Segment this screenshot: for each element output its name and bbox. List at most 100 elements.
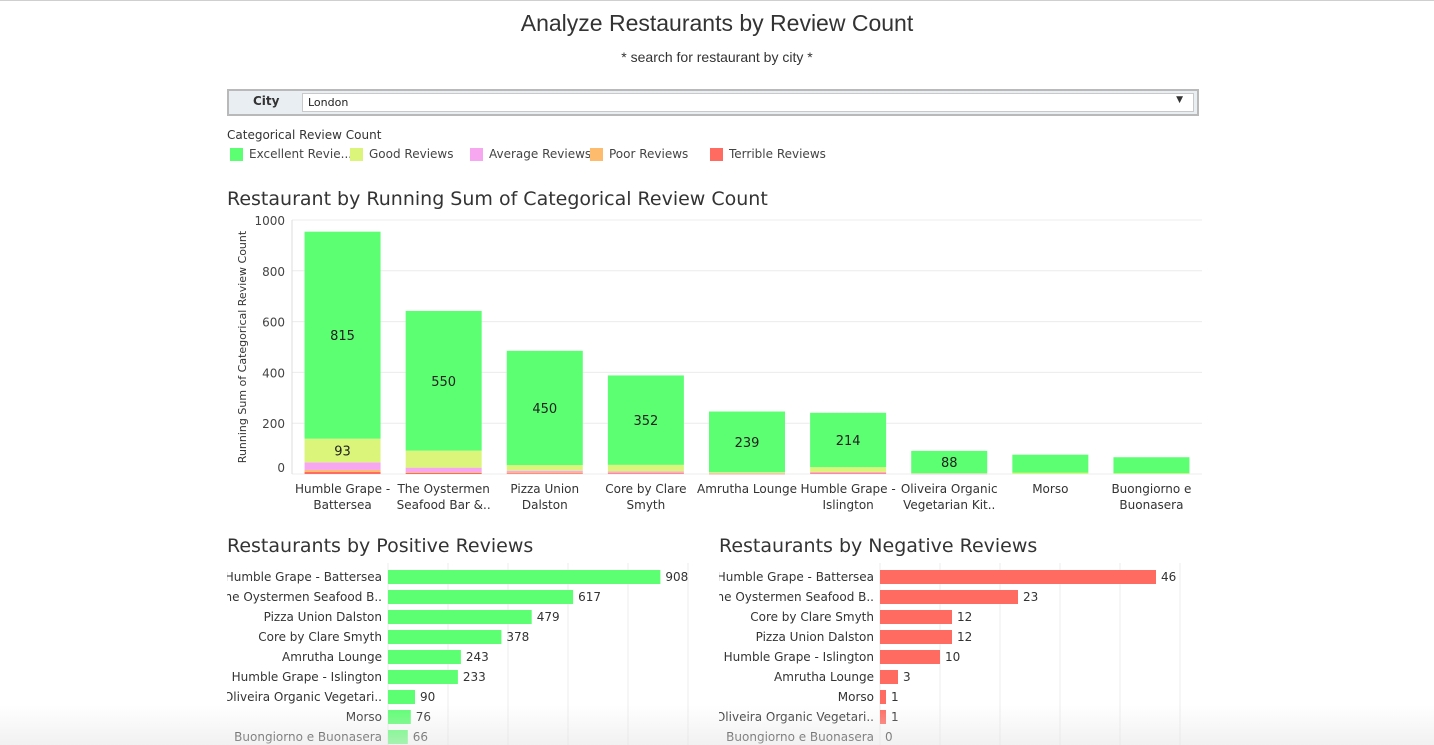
x-tick-label: Core by Clare <box>605 482 686 496</box>
x-tick-label: Pizza Union <box>510 482 579 496</box>
city-dropdown[interactable]: London ▼ <box>302 93 1194 112</box>
bar-segment <box>709 473 785 474</box>
bar-segment <box>810 467 887 472</box>
page-subtitle: * search for restaurant by city * <box>621 49 813 65</box>
y-tick-label: The Oystermen Seafood B.. <box>719 590 874 604</box>
bar <box>880 690 886 704</box>
data-label: 76 <box>416 710 431 724</box>
y-tick-label: Buongiorno e Buonasera <box>726 730 874 744</box>
legend-swatch-terrible <box>710 148 723 161</box>
bar <box>388 710 411 724</box>
data-label: 815 <box>330 329 355 344</box>
bar-segment <box>506 465 583 471</box>
bar-segment <box>506 472 583 474</box>
negative-reviews-chart: Humble Grape - Battersea 46 The Oystermen … <box>719 563 1181 745</box>
bar <box>880 570 1156 584</box>
y-tick-label: The Oystermen Seafood B.. <box>227 590 382 604</box>
x-tick-label: Seafood Bar &.. <box>397 498 491 512</box>
x-tick-label: Humble Grape - <box>295 482 390 496</box>
x-tick-label: Buonasera <box>1119 498 1183 512</box>
bar-segment <box>709 472 785 474</box>
data-label: 3 <box>903 670 911 684</box>
city-filter: City London ▼ <box>227 89 1199 116</box>
y-tick-label: 200 <box>262 417 285 431</box>
bar-segment <box>607 473 684 474</box>
bar-segment <box>810 473 887 474</box>
legend-swatch-poor <box>590 148 603 161</box>
chevron-down-icon[interactable]: ▼ <box>1176 95 1183 105</box>
x-tick-label: The Oystermen <box>396 482 489 496</box>
bar <box>388 730 408 744</box>
data-label: 233 <box>463 670 486 684</box>
data-label: 617 <box>578 590 601 604</box>
stacked-chart-title: Restaurant by Running Sum of Categorical… <box>227 188 768 210</box>
y-tick-label: Pizza Union Dalston <box>756 630 874 644</box>
legend-swatch-average <box>470 148 483 161</box>
y-tick-label: Pizza Union Dalston <box>264 610 382 624</box>
bar-segment <box>405 472 482 473</box>
data-label: 12 <box>957 610 972 624</box>
data-label: 450 <box>532 402 557 417</box>
bar-segment <box>506 470 583 473</box>
bar-segment <box>810 471 887 473</box>
y-tick-label: Core by Clare Smyth <box>258 630 382 644</box>
x-tick-label: Dalston <box>522 498 568 512</box>
y-tick-label: Humble Grape - Battersea <box>719 570 874 584</box>
bar <box>880 710 886 724</box>
y-tick-label: Humble Grape - Battersea <box>227 570 382 584</box>
bar-segment <box>304 462 381 470</box>
bar <box>880 590 1018 604</box>
data-label: 90 <box>420 690 435 704</box>
bar-segment <box>810 472 887 474</box>
data-label: 46 <box>1161 570 1176 584</box>
bar-segment <box>607 472 684 474</box>
bar-segment <box>607 471 684 473</box>
bar <box>880 670 898 684</box>
data-label: 12 <box>957 630 972 644</box>
data-label: 1 <box>891 690 899 704</box>
bar-segment <box>405 467 482 473</box>
data-label: 1 <box>891 710 899 724</box>
city-filter-label: City <box>253 94 280 108</box>
data-label: 352 <box>633 414 658 429</box>
y-tick-label: 0 <box>277 461 285 475</box>
data-label: 214 <box>836 434 861 449</box>
x-tick-label: Amrutha Lounge <box>697 482 797 496</box>
y-tick-label: Amrutha Lounge <box>282 650 382 664</box>
bar-segment <box>1113 457 1190 474</box>
city-dropdown-value: London <box>308 96 349 109</box>
legend-label-terrible: Terrible Reviews <box>729 147 826 161</box>
x-tick-label: Vegetarian Kit.. <box>903 498 995 512</box>
y-axis-title: Running Sum of Categorical Review Count <box>236 230 249 463</box>
bar-segment <box>607 464 684 472</box>
y-tick-label: Core by Clare Smyth <box>750 610 874 624</box>
data-label: 10 <box>945 650 960 664</box>
bar <box>388 670 458 684</box>
legend-swatch-excellent <box>230 148 243 161</box>
legend-swatch-good <box>350 148 363 161</box>
data-label: 66 <box>413 730 428 744</box>
data-label: 0 <box>885 730 893 744</box>
positive-reviews-chart: Humble Grape - Battersea 908 The Oystermen… <box>227 563 689 745</box>
bar <box>880 610 952 624</box>
x-tick-label: Islington <box>822 498 873 512</box>
positive-chart-title: Restaurants by Positive Reviews <box>227 535 534 557</box>
bar-segment <box>1113 473 1190 474</box>
bar-segment <box>911 473 988 474</box>
data-label: 550 <box>431 375 456 390</box>
bar-segment <box>911 473 988 475</box>
bar-segment <box>405 450 482 468</box>
x-tick-label: Smyth <box>627 498 666 512</box>
legend-label-excellent: Excellent Revie... <box>249 147 353 161</box>
data-label: 479 <box>537 610 560 624</box>
bar-segment <box>405 472 482 474</box>
bar <box>388 650 461 664</box>
bar-segment <box>1012 472 1089 474</box>
y-tick-label: Buongiorno e Buonasera <box>234 730 382 744</box>
bar-segment <box>304 469 381 472</box>
x-tick-label: Morso <box>1032 482 1068 496</box>
bar-segment <box>304 471 381 474</box>
x-tick-label: Humble Grape - <box>801 482 896 496</box>
x-tick-label: Battersea <box>313 498 371 512</box>
data-label: 23 <box>1023 590 1038 604</box>
